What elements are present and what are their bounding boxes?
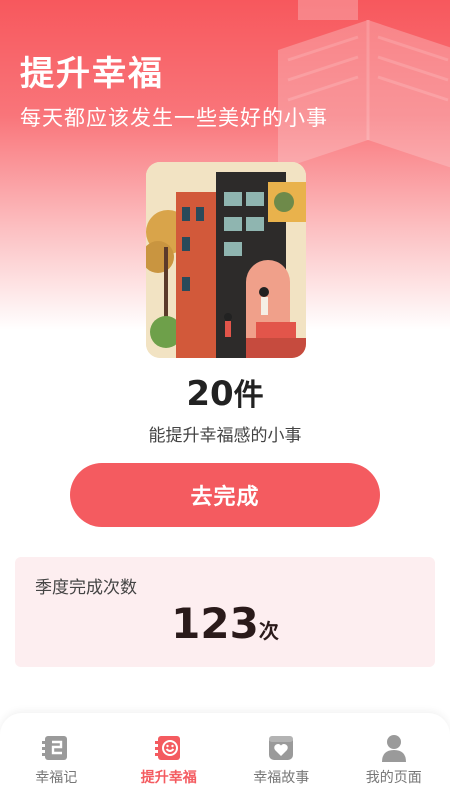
smile-book-icon	[154, 736, 180, 760]
tab-label: 提升幸福	[140, 770, 197, 786]
tab-label: 幸福故事	[253, 770, 310, 786]
count-unit: 件	[233, 378, 264, 413]
tab-improve-happiness[interactable]: 提升幸福	[113, 713, 226, 800]
quarterly-stats-card: 季度完成次数 123次	[15, 557, 435, 667]
book-building-illustration	[146, 162, 306, 358]
heart-box-icon	[269, 736, 294, 760]
page-subtitle: 每天都应该发生一些美好的小事	[20, 106, 328, 130]
happy-things-count: 20件	[0, 370, 450, 414]
tab-label: 幸福记	[35, 770, 78, 786]
tab-happiness-stories[interactable]: 幸福故事	[225, 713, 338, 800]
count-description: 能提升幸福感的小事	[148, 426, 302, 446]
bottom-tab-bar: 幸福记 提升幸福 幸福故事 我的页面	[0, 713, 450, 800]
tab-happiness-journal[interactable]: 幸福记	[0, 713, 113, 800]
book-decoration-icon	[278, 0, 450, 170]
person-icon	[381, 735, 406, 762]
stats-label: 季度完成次数	[35, 578, 137, 598]
stats-value: 123	[171, 599, 259, 648]
stats-value-row: 123次	[15, 599, 435, 648]
go-complete-button[interactable]: 去完成	[70, 463, 380, 527]
journal-icon	[42, 736, 68, 760]
tab-my-page[interactable]: 我的页面	[338, 713, 450, 800]
stats-unit: 次	[258, 619, 279, 643]
tab-label: 我的页面	[365, 770, 422, 786]
page-title: 提升幸福	[20, 54, 164, 94]
count-value: 20	[186, 374, 234, 414]
